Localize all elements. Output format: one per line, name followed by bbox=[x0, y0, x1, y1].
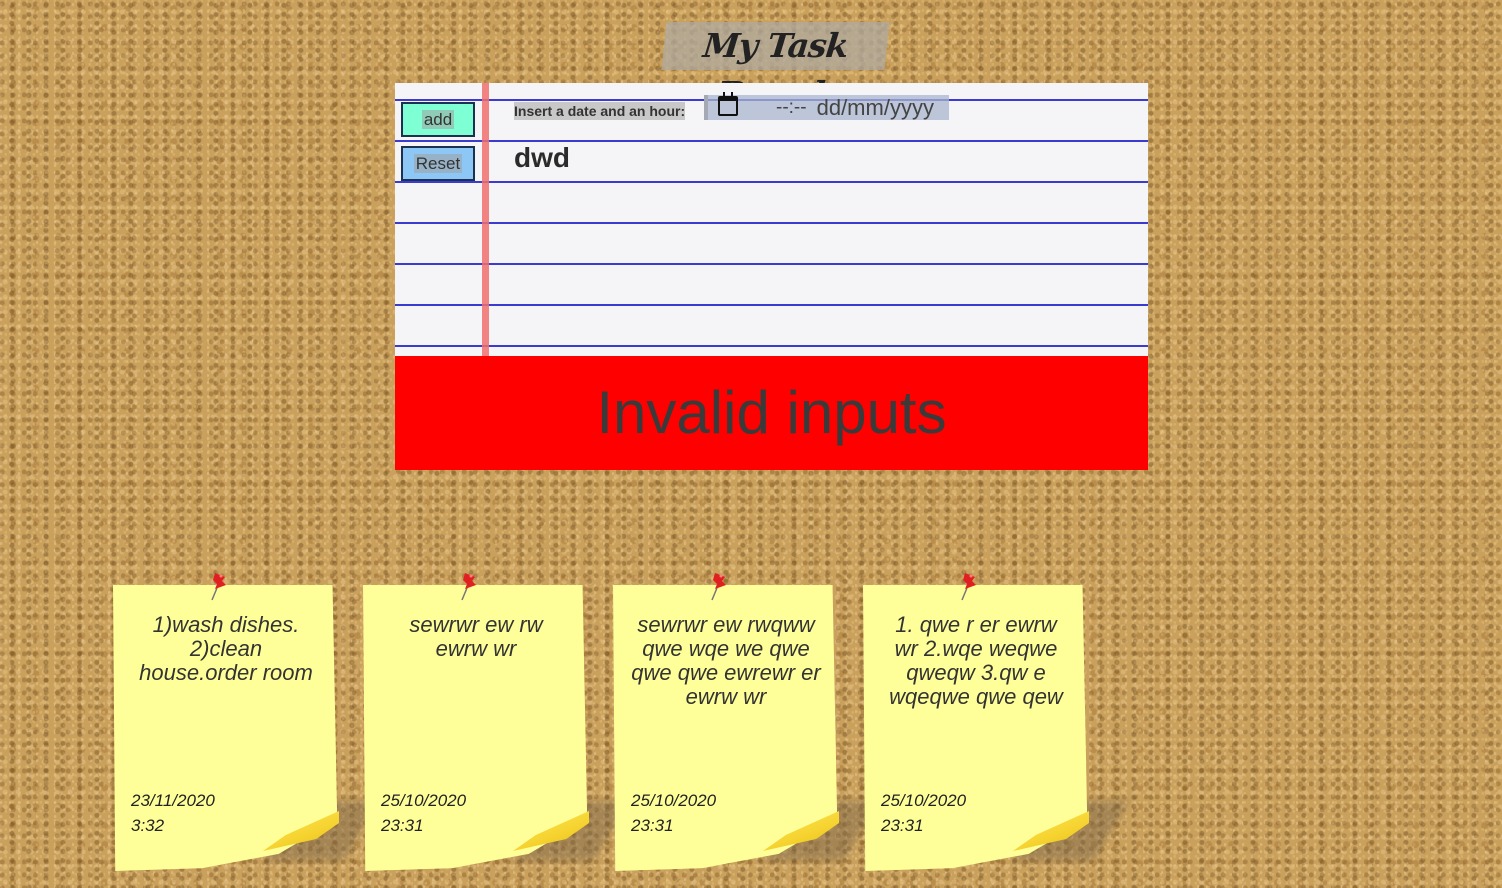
pushpin-icon bbox=[461, 573, 476, 601]
note-time: 3:32 bbox=[131, 816, 165, 835]
note-date: 25/10/2020 bbox=[631, 791, 717, 810]
reset-button-label: Reset bbox=[413, 154, 463, 173]
date-placeholder: dd/mm/yyyy bbox=[816, 94, 934, 120]
sticky-note[interactable]: 1)wash dishes. 2)clean house.order room … bbox=[113, 573, 379, 875]
page-title: My Task Board bbox=[661, 22, 890, 113]
reset-button[interactable]: Reset bbox=[401, 146, 475, 181]
note-time: 23:31 bbox=[381, 816, 424, 835]
note-text: 1. qwe r er ewrw wr 2.wqe weqwe qweqw 3.… bbox=[889, 612, 1063, 709]
note-text: 1)wash dishes. 2)clean house.order room bbox=[139, 612, 313, 685]
task-text-input[interactable]: dwd bbox=[514, 142, 570, 174]
task-form: add Reset Insert a date and an hour: --:… bbox=[395, 83, 1148, 356]
sticky-note[interactable]: 1. qwe r er ewrw wr 2.wqe weqwe qweqw 3.… bbox=[863, 573, 1129, 875]
note-date: 25/10/2020 bbox=[381, 791, 467, 810]
note-time: 23:31 bbox=[631, 816, 674, 835]
error-banner: Invalid inputs bbox=[395, 356, 1148, 470]
note-date: 23/11/2020 bbox=[131, 791, 215, 810]
pushpin-icon bbox=[961, 573, 976, 601]
pushpin-icon bbox=[711, 573, 726, 601]
note-text: sewrwr ew rw ewrw wr bbox=[409, 612, 543, 661]
pushpin-icon bbox=[211, 573, 226, 601]
add-button-label: add bbox=[421, 110, 455, 129]
sticky-note[interactable]: sewrwr ew rw ewrw wr 25/10/2020 23:31 bbox=[363, 573, 629, 875]
sticky-note[interactable]: sewrwr ew rwqww qwe wqe we qwe qwe qwe e… bbox=[613, 573, 879, 875]
note-date: 25/10/2020 bbox=[881, 791, 967, 810]
time-placeholder: --:-- bbox=[776, 96, 807, 118]
note-text: sewrwr ew rwqww qwe wqe we qwe qwe qwe e… bbox=[631, 612, 821, 709]
add-button[interactable]: add bbox=[401, 102, 475, 137]
calendar-icon[interactable] bbox=[718, 91, 738, 116]
date-input-label: Insert a date and an hour: bbox=[514, 102, 686, 120]
datetime-input[interactable]: --:-- dd/mm/yyyy bbox=[704, 91, 949, 120]
note-time: 23:31 bbox=[881, 816, 924, 835]
paper-margin-line bbox=[482, 83, 489, 356]
